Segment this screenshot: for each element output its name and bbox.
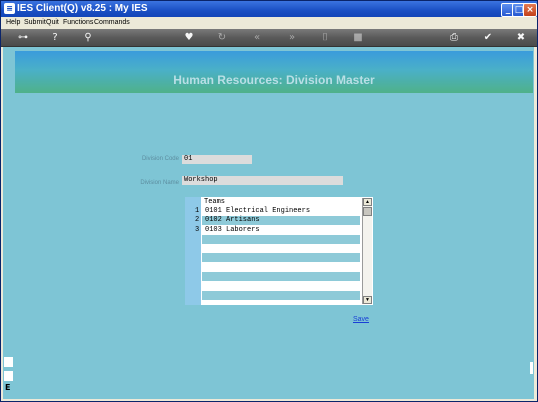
- toolbar: ⊶ ? ⚲ ♥ ↻ « » ⌷ ■ ⎙ ✔ ✖: [1, 29, 537, 47]
- key-icon[interactable]: ⊶: [13, 31, 33, 44]
- scroll-thumb[interactable]: [363, 207, 372, 216]
- team-cell[interactable]: [202, 272, 360, 282]
- table-row[interactable]: 2 0102 Artisans: [185, 216, 361, 226]
- title-bar[interactable]: ≡ IES Client(Q) v8.25 : My IES _ □ ×: [1, 1, 537, 17]
- window-title: IES Client(Q) v8.25 : My IES: [17, 3, 148, 14]
- menu-bar: Help Submit Quit Functions Commands: [1, 17, 537, 29]
- table-row[interactable]: [185, 262, 361, 272]
- menu-submit[interactable]: Submit: [24, 17, 46, 29]
- rewind-icon[interactable]: «: [250, 31, 264, 44]
- exit-icon[interactable]: ✖: [514, 31, 528, 44]
- row-number: 1: [195, 207, 200, 215]
- team-cell[interactable]: [202, 234, 360, 244]
- scroll-down-icon[interactable]: ▼: [363, 296, 372, 304]
- team-cell[interactable]: 0102 Artisans: [202, 216, 360, 226]
- table-row[interactable]: [185, 253, 361, 263]
- edge-block: [4, 371, 13, 381]
- table-row[interactable]: 3 0103 Laborers: [185, 225, 361, 235]
- division-name-field[interactable]: Workshop: [182, 176, 343, 185]
- right-edge-marker: [530, 362, 533, 374]
- team-cell[interactable]: [202, 244, 360, 254]
- menu-quit[interactable]: Quit: [46, 17, 59, 29]
- row-number: 3: [195, 225, 200, 234]
- team-cell[interactable]: 0103 Laborers: [202, 225, 360, 235]
- teams-grid: Teams 1 0101 Electrical Engineers 2 0102…: [185, 197, 373, 305]
- menu-help[interactable]: Help: [6, 17, 20, 29]
- teams-header-label: Teams: [204, 198, 226, 206]
- app-window: ≡ IES Client(Q) v8.25 : My IES _ □ × Hel…: [0, 0, 538, 402]
- team-cell[interactable]: [202, 253, 360, 263]
- forward-icon[interactable]: »: [285, 31, 299, 44]
- heart-icon[interactable]: ♥: [182, 31, 196, 44]
- menu-functions[interactable]: Functions: [63, 17, 93, 29]
- teams-header: Teams: [202, 198, 367, 207]
- teams-rows: 1 0101 Electrical Engineers 2 0102 Artis…: [185, 207, 361, 300]
- print-icon[interactable]: ⎙: [447, 31, 461, 44]
- page-header: Human Resources: Division Master: [15, 51, 533, 93]
- app-icon: ≡: [4, 3, 15, 14]
- table-row[interactable]: [185, 244, 361, 254]
- team-cell[interactable]: [202, 281, 360, 291]
- page-title: Human Resources: Division Master: [173, 73, 375, 87]
- menu-commands[interactable]: Commands: [94, 17, 130, 29]
- team-cell[interactable]: 0101 Electrical Engineers: [202, 207, 360, 216]
- save-link[interactable]: Save: [353, 316, 369, 323]
- row-number: 2: [195, 216, 200, 225]
- edge-block: [4, 357, 13, 367]
- help-icon[interactable]: ?: [48, 31, 62, 44]
- scroll-up-icon[interactable]: ▲: [363, 198, 372, 206]
- team-cell[interactable]: [202, 290, 360, 300]
- table-row[interactable]: [185, 290, 361, 300]
- stop-icon[interactable]: ■: [351, 31, 365, 44]
- division-code-label: Division Code: [141, 156, 179, 162]
- close-button[interactable]: ×: [523, 3, 537, 17]
- division-name-label: Division Name: [140, 180, 179, 186]
- table-row[interactable]: [185, 234, 361, 244]
- side-edge-icon: E: [4, 357, 14, 402]
- division-code-field[interactable]: 01: [182, 155, 252, 164]
- teams-scrollbar[interactable]: ▲ ▼: [362, 198, 372, 304]
- table-row[interactable]: [185, 281, 361, 291]
- document-icon[interactable]: ⌷: [318, 31, 332, 44]
- edge-letter: E: [5, 383, 11, 392]
- search-icon[interactable]: ⚲: [81, 31, 95, 44]
- refresh-icon[interactable]: ↻: [215, 31, 229, 44]
- table-row[interactable]: 1 0101 Electrical Engineers: [185, 207, 361, 216]
- client-area: Human Resources: Division Master Divisio…: [3, 47, 534, 399]
- check-icon[interactable]: ✔: [481, 31, 495, 44]
- team-cell[interactable]: [202, 262, 360, 272]
- table-row[interactable]: [185, 272, 361, 282]
